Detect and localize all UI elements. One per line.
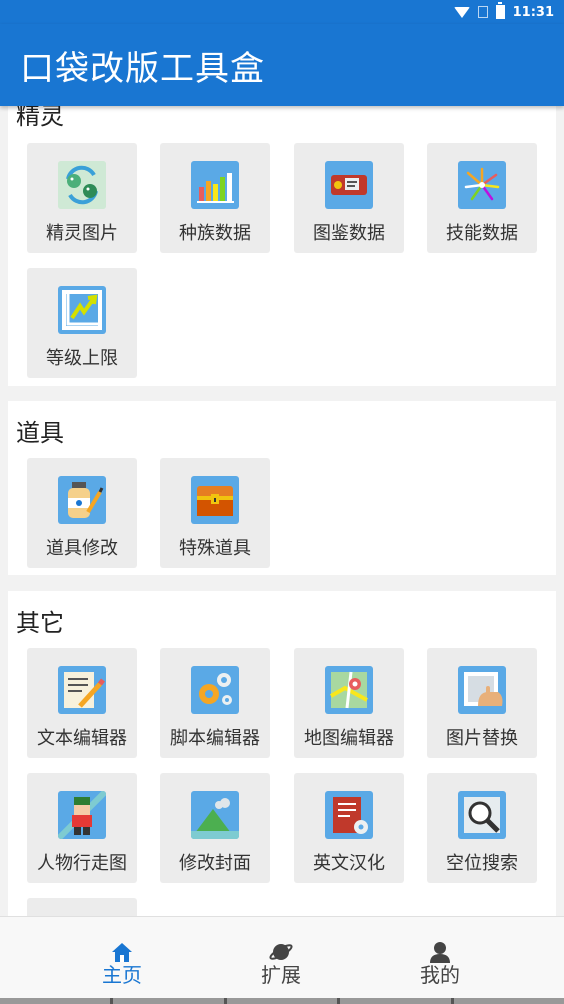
gears-icon [191, 666, 239, 714]
tile-label: 特殊道具 [179, 538, 251, 559]
tile-empty-search[interactable]: 空位搜索 [427, 773, 537, 883]
tile-walking-sprite[interactable]: 人物行走图 [27, 773, 137, 883]
tile-label: 地图编辑器 [304, 728, 394, 749]
image-replace-icon [458, 666, 506, 714]
tile-label: 人物行走图 [37, 853, 127, 874]
tile-label: 种族数据 [179, 223, 251, 244]
tile-edit-cover[interactable]: 修改封面 [160, 773, 270, 883]
section-other: 其它 文本编辑器 脚本编辑器 地图编辑器 图片替换 人物行走图 修改封面 英文汉… [8, 591, 556, 916]
tile-pokedex-data[interactable]: 图鉴数据 [294, 143, 404, 253]
bar-chart-icon [191, 161, 239, 209]
recent-apps-strip [0, 998, 564, 1004]
tile-label: 精灵图片 [46, 223, 118, 244]
tile-label: 技能数据 [446, 223, 518, 244]
status-time: 11:31 [512, 4, 554, 20]
thumb [0, 998, 111, 1004]
tile-sprite-images[interactable]: 精灵图片 [27, 143, 137, 253]
tile-item-edit[interactable]: 道具修改 [27, 458, 137, 568]
no-sim-icon [477, 6, 488, 18]
section-title: 精灵 [16, 106, 64, 130]
tile-label: 空位搜索 [446, 853, 518, 874]
wifi-icon [453, 6, 470, 18]
tile-move-data[interactable]: 技能数据 [427, 143, 537, 253]
pokedex-icon [325, 161, 373, 209]
app-bar: 口袋改版工具盒 [0, 24, 564, 106]
pokemon-sprite-icon [58, 161, 106, 209]
nav-mine[interactable]: 我的 [380, 917, 500, 999]
section-pokemon: 精灵 精灵图片 种族数据 图鉴数据 技能数据 等级上限 [8, 106, 556, 386]
fireworks-icon [458, 161, 506, 209]
tile-label: 文本编辑器 [37, 728, 127, 749]
app-title: 口袋改版工具盒 [20, 48, 265, 89]
thumb [453, 998, 564, 1004]
nav-extend[interactable]: 扩展 [221, 917, 341, 999]
home-icon [110, 941, 134, 963]
thumb [226, 998, 338, 1004]
tile-special-items[interactable]: 特殊道具 [160, 458, 270, 568]
tile-label: 脚本编辑器 [170, 728, 260, 749]
tile-text-editor[interactable]: 文本编辑器 [27, 648, 137, 758]
nav-label: 扩展 [261, 963, 301, 987]
list-settings-icon [325, 791, 373, 839]
tile-label: 英文汉化 [313, 853, 385, 874]
bottom-nav: 主页 扩展 我的 [0, 916, 564, 998]
potion-jar-icon [58, 476, 106, 524]
tile-map-editor[interactable]: 地图编辑器 [294, 648, 404, 758]
tile-image-replace[interactable]: 图片替换 [427, 648, 537, 758]
trainer-sprite-icon [58, 791, 106, 839]
tile-partial[interactable] [27, 898, 137, 916]
nav-home[interactable]: 主页 [62, 917, 182, 999]
tile-english-localize[interactable]: 英文汉化 [294, 773, 404, 883]
planet-icon [269, 941, 293, 963]
section-title: 道具 [16, 419, 64, 447]
magnifier-icon [458, 791, 506, 839]
thumb [113, 998, 224, 1004]
text-edit-icon [58, 666, 106, 714]
tile-label: 道具修改 [46, 538, 118, 559]
tile-script-editor[interactable]: 脚本编辑器 [160, 648, 270, 758]
tile-label: 修改封面 [179, 853, 251, 874]
section-title: 其它 [16, 609, 64, 637]
nav-label: 我的 [420, 963, 460, 987]
status-bar: 11:31 [0, 0, 564, 24]
tile-level-cap[interactable]: 等级上限 [27, 268, 137, 378]
treasure-chest-icon [191, 476, 239, 524]
tile-species-data[interactable]: 种族数据 [160, 143, 270, 253]
map-icon [325, 666, 373, 714]
section-items: 道具 道具修改 特殊道具 [8, 401, 556, 575]
tile-label: 图鉴数据 [313, 223, 385, 244]
level-up-chart-icon [58, 286, 106, 334]
tile-label: 图片替换 [446, 728, 518, 749]
nav-label: 主页 [102, 963, 142, 987]
tile-label: 等级上限 [46, 348, 118, 369]
main-content[interactable]: 精灵 精灵图片 种族数据 图鉴数据 技能数据 等级上限 道具 道具修改 特殊道具… [0, 106, 564, 916]
landscape-icon [191, 791, 239, 839]
user-icon [428, 941, 452, 963]
thumb [340, 998, 451, 1004]
battery-icon [495, 2, 505, 19]
